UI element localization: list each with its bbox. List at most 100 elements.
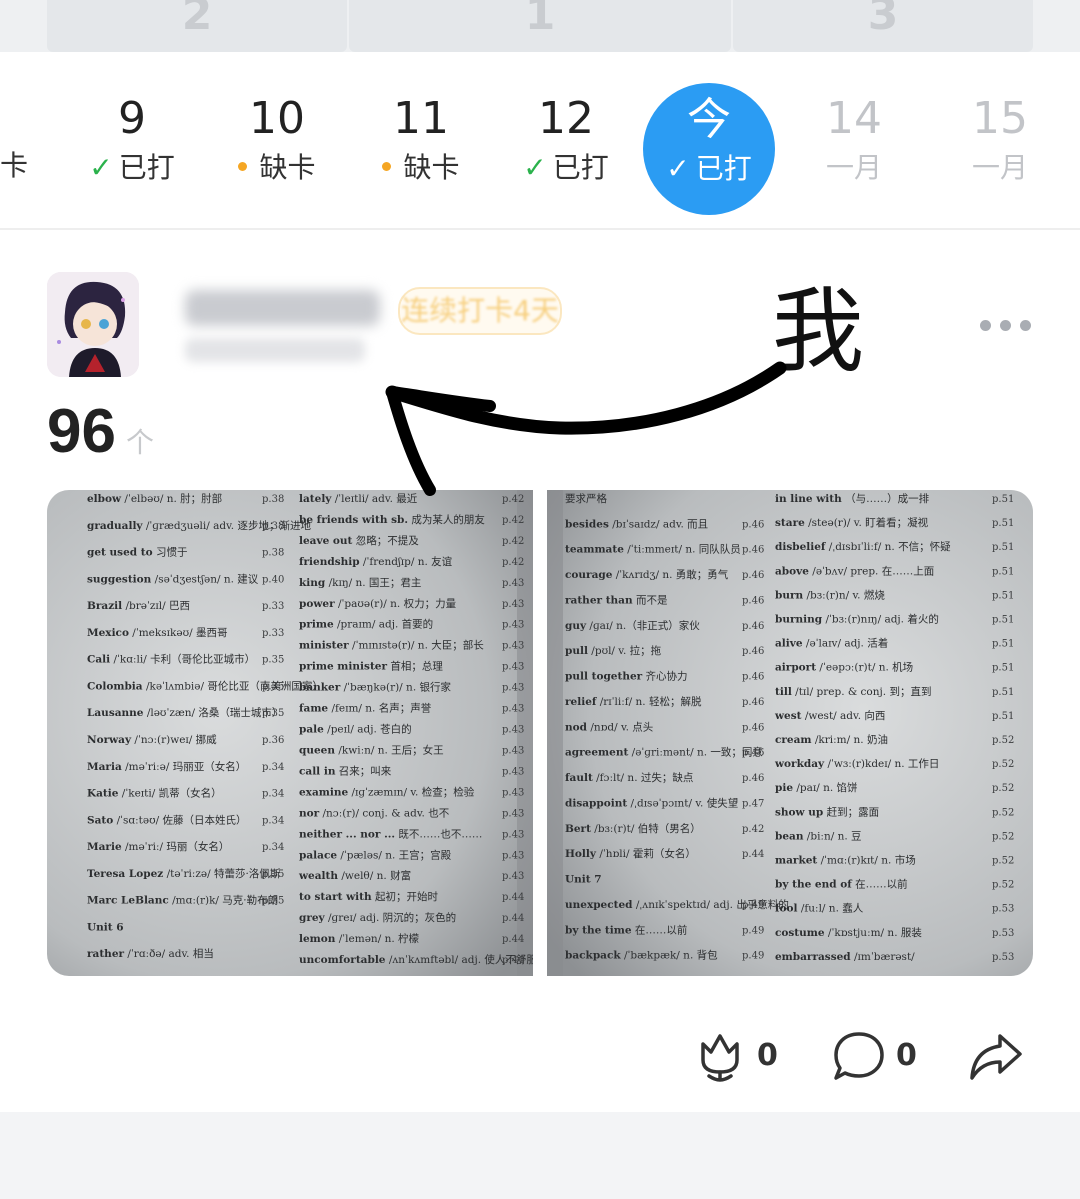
vocab-entry: call in 召来；叫来 bbox=[299, 765, 392, 777]
post-photo-2[interactable]: 要求严格 besides /bɪˈsaɪdz/ adv. 而且 p.46 teamma… bbox=[547, 490, 1033, 976]
flower-icon bbox=[701, 1034, 739, 1082]
username-blurred[interactable] bbox=[185, 290, 380, 326]
vocab-entry: Unit 6 bbox=[87, 921, 124, 933]
vocab-page-ref: p.35 bbox=[262, 708, 284, 719]
vocab-page-ref: p.53 bbox=[992, 928, 1014, 939]
vocab-entry: lemon /ˈlemən/ n. 柠檬 bbox=[299, 932, 420, 945]
day-month: 一月 bbox=[971, 151, 1028, 184]
vocab-entry: rather /ˈrɑːðə/ adv. 相当 bbox=[87, 947, 214, 960]
vocab-page-ref: p.43 bbox=[502, 829, 524, 840]
comment-button[interactable]: 0 bbox=[832, 1030, 922, 1090]
top-tab[interactable]: 3 bbox=[733, 0, 1033, 52]
vocab-page-ref: p.36 bbox=[262, 735, 284, 746]
calendar-day-future[interactable]: 15 一月 bbox=[940, 92, 1060, 188]
vocab-entry: disbelief /ˌdɪsbɪˈliːf/ n. 不信；怀疑 bbox=[775, 541, 951, 553]
vocab-entry: relief /rɪˈliːf/ n. 轻松；解脱 bbox=[565, 695, 702, 708]
vocab-page-ref: p.44 bbox=[502, 913, 524, 924]
vocab-page-ref: p.43 bbox=[502, 620, 524, 631]
vocab-page-ref: p.43 bbox=[502, 725, 524, 736]
calendar-day[interactable]: 11 缺卡 bbox=[361, 92, 481, 188]
vocab-entry: to start with 起初；开始时 bbox=[299, 890, 438, 903]
vocab-entry: Holly /ˈhɒli/ 霍莉（女名） bbox=[565, 847, 696, 860]
vocab-entry: pull /pʊl/ v. 拉；拖 bbox=[565, 644, 662, 657]
day-number: 12 bbox=[538, 93, 594, 144]
vocab-entry: burning /ˈbɜː(r)nɪŋ/ adj. 着火的 bbox=[775, 613, 939, 626]
vocab-page-ref: p.44 bbox=[742, 849, 764, 860]
day-status: 已打 bbox=[552, 151, 609, 184]
vocab-entry: banker /ˈbæŋkə(r)/ n. 银行家 bbox=[299, 681, 451, 694]
vocab-entry: guy /ɡaɪ/ n.（非正式）家伙 bbox=[565, 619, 700, 632]
handwritten-annotation: 我 bbox=[772, 278, 865, 385]
vocabulary-page-image: elbow /ˈelbəʊ/ n. 肘；肘部 p.38gradually /ˈɡr… bbox=[47, 490, 533, 976]
vocabulary-page-image: 要求严格besides /bɪˈsaɪdz/ adv. 而且 p.46teamma… bbox=[547, 490, 1033, 976]
post-photo-1[interactable]: elbow /ˈelbəʊ/ n. 肘；肘部 p.38 gradually /ˈɡr… bbox=[47, 490, 533, 976]
vocab-page-ref: p.51 bbox=[992, 711, 1014, 722]
vocab-page-ref: p.43 bbox=[502, 745, 524, 756]
vocab-entry: besides /bɪˈsaɪdz/ adv. 而且 bbox=[565, 518, 708, 530]
vocab-entry: by the end of 在……以前 bbox=[775, 878, 908, 891]
vocab-entry: west /west/ adv. 向西 bbox=[774, 709, 885, 722]
vocab-entry: Maria /məˈriːə/ 玛丽亚（女名） bbox=[87, 760, 246, 773]
vocab-entry: backpack /ˈbækpæk/ n. 背包 bbox=[565, 949, 718, 962]
calendar-day-today[interactable]: 今 ✓ 已打 bbox=[643, 83, 775, 215]
vocab-entry: bean /biːn/ n. 豆 bbox=[775, 830, 862, 842]
day-number: 15 bbox=[972, 93, 1028, 144]
vocab-page-ref: p.52 bbox=[992, 880, 1014, 891]
more-options-icon[interactable] bbox=[980, 310, 1032, 340]
vocab-page-ref: p.46 bbox=[742, 697, 764, 708]
vocab-page-ref: p.34 bbox=[262, 815, 284, 826]
checkin-count: 96 个 bbox=[47, 397, 154, 466]
vocab-page-ref: p.52 bbox=[992, 807, 1014, 818]
vocab-page-ref: p.42 bbox=[742, 824, 764, 835]
top-tab[interactable]: 1 bbox=[349, 0, 731, 52]
vocab-page-ref: p.52 bbox=[992, 856, 1014, 867]
share-button[interactable] bbox=[968, 1030, 1024, 1090]
top-tab[interactable]: 2 bbox=[47, 0, 347, 52]
vocab-entry: burn /bɜː(r)n/ v. 燃烧 bbox=[775, 588, 885, 601]
vocab-entry: Bert /bɜː(r)t/ 伯特（男名） bbox=[565, 822, 701, 835]
vocab-page-ref: p.34 bbox=[262, 789, 284, 800]
vocab-page-ref: p.53 bbox=[992, 952, 1014, 963]
day-status: 已打 bbox=[695, 152, 752, 185]
next-post-preview bbox=[0, 1112, 1080, 1199]
avatar[interactable] bbox=[47, 272, 139, 377]
vocab-page-ref: p.46 bbox=[742, 570, 764, 581]
vocab-page-ref: p.51 bbox=[992, 615, 1014, 626]
vocab-page-ref: p.51 bbox=[992, 518, 1014, 529]
calendar-day[interactable]: 9 ✓ 已打 bbox=[72, 92, 192, 188]
vocab-page-ref: p.43 bbox=[502, 662, 524, 673]
day-status: 已打 bbox=[118, 151, 175, 184]
vocab-entry: pale /peɪl/ adj. 苍白的 bbox=[299, 723, 412, 736]
vocab-page-ref: p.46 bbox=[742, 621, 764, 632]
vocab-entry: prime minister 首相；总理 bbox=[299, 660, 443, 673]
vocab-page-ref: p.42 bbox=[502, 494, 524, 505]
vocab-page-ref: p.52 bbox=[992, 759, 1014, 770]
like-button[interactable]: 0 bbox=[695, 1030, 785, 1090]
post-time-blurred bbox=[185, 338, 365, 362]
vocab-page-ref: p.33 bbox=[262, 628, 284, 639]
vocab-entry: leave out 忽略；不提及 bbox=[299, 534, 419, 547]
vocab-entry: courage /ˈkʌrɪdʒ/ n. 勇敢；勇气 bbox=[565, 568, 729, 581]
vocab-page-ref: p.35 bbox=[262, 681, 284, 692]
vocab-entry: till /tɪl/ prep. & conj. 到；直到 bbox=[775, 685, 931, 698]
avatar-image bbox=[47, 272, 139, 377]
calendar-day[interactable]: 12 ✓ 已打 bbox=[506, 92, 626, 188]
vocab-entry: fool /fuːl/ n. 蠢人 bbox=[775, 902, 864, 915]
vocab-entry: in line with （与……）成一排 bbox=[775, 492, 930, 505]
vocab-entry: nod /nɒd/ v. 点头 bbox=[565, 721, 653, 733]
vocab-entry: fame /feɪm/ n. 名声；声誉 bbox=[299, 702, 432, 715]
vocab-page-ref: p.43 bbox=[502, 787, 524, 798]
vocab-entry: prime /praɪm/ adj. 首要的 bbox=[299, 618, 433, 631]
vocab-entry: get used to 习惯于 bbox=[87, 546, 187, 559]
calendar-day-future[interactable]: 14 一月 bbox=[794, 92, 914, 188]
vocab-entry: Katie /ˈkeɪti/ 凯蒂（女名） bbox=[87, 787, 222, 800]
vocab-page-ref: p.43 bbox=[502, 683, 524, 694]
vocab-page-ref: p.42 bbox=[502, 536, 524, 547]
day-number: 10 bbox=[249, 93, 305, 144]
check-icon: ✓ bbox=[666, 152, 690, 185]
calendar-day[interactable]: 10 缺卡 bbox=[217, 92, 337, 188]
vocab-page-ref: p.51 bbox=[992, 687, 1014, 698]
vocab-entry: cream /kriːm/ n. 奶油 bbox=[775, 733, 888, 746]
missed-dot-icon bbox=[382, 161, 392, 171]
vocab-entry: pie /paɪ/ n. 馅饼 bbox=[775, 781, 858, 794]
